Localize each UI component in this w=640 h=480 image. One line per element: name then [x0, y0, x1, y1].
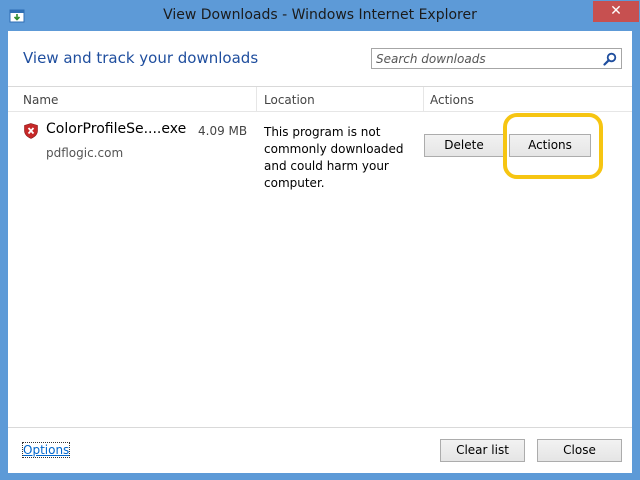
title-bar[interactable]: View Downloads - Windows Internet Explor…: [1, 1, 639, 31]
file-size: 4.09 MB: [198, 124, 248, 138]
file-name[interactable]: ColorProfileSe....exe: [46, 121, 186, 137]
column-header-location[interactable]: Location: [264, 93, 315, 107]
close-button[interactable]: Close: [537, 439, 622, 462]
column-header-actions[interactable]: Actions: [430, 93, 474, 107]
column-divider: [256, 87, 257, 111]
column-divider: [423, 87, 424, 111]
search-icon[interactable]: [603, 52, 617, 66]
window-title: View Downloads - Windows Internet Explor…: [163, 7, 477, 23]
warning-shield-icon: [24, 123, 38, 139]
file-source: pdflogic.com: [46, 146, 124, 160]
window-frame: View Downloads - Windows Internet Explor…: [0, 0, 640, 480]
downloads-panel: View and track your downloads Name Locat…: [8, 31, 632, 473]
clear-list-button[interactable]: Clear list: [440, 439, 525, 462]
security-warning-text: This program is not commonly downloaded …: [264, 125, 404, 190]
options-link[interactable]: Options: [21, 442, 71, 458]
column-header-row: Name Location Actions: [8, 86, 632, 112]
window-close-button[interactable]: ✕: [593, 1, 639, 22]
search-input[interactable]: [376, 50, 598, 67]
page-title: View and track your downloads: [23, 49, 259, 67]
search-box[interactable]: [371, 48, 622, 69]
highlight-annotation: [503, 113, 603, 179]
column-header-name[interactable]: Name: [23, 93, 58, 107]
delete-button[interactable]: Delete: [424, 134, 504, 157]
footer-bar: Options Clear list Close: [8, 427, 632, 474]
